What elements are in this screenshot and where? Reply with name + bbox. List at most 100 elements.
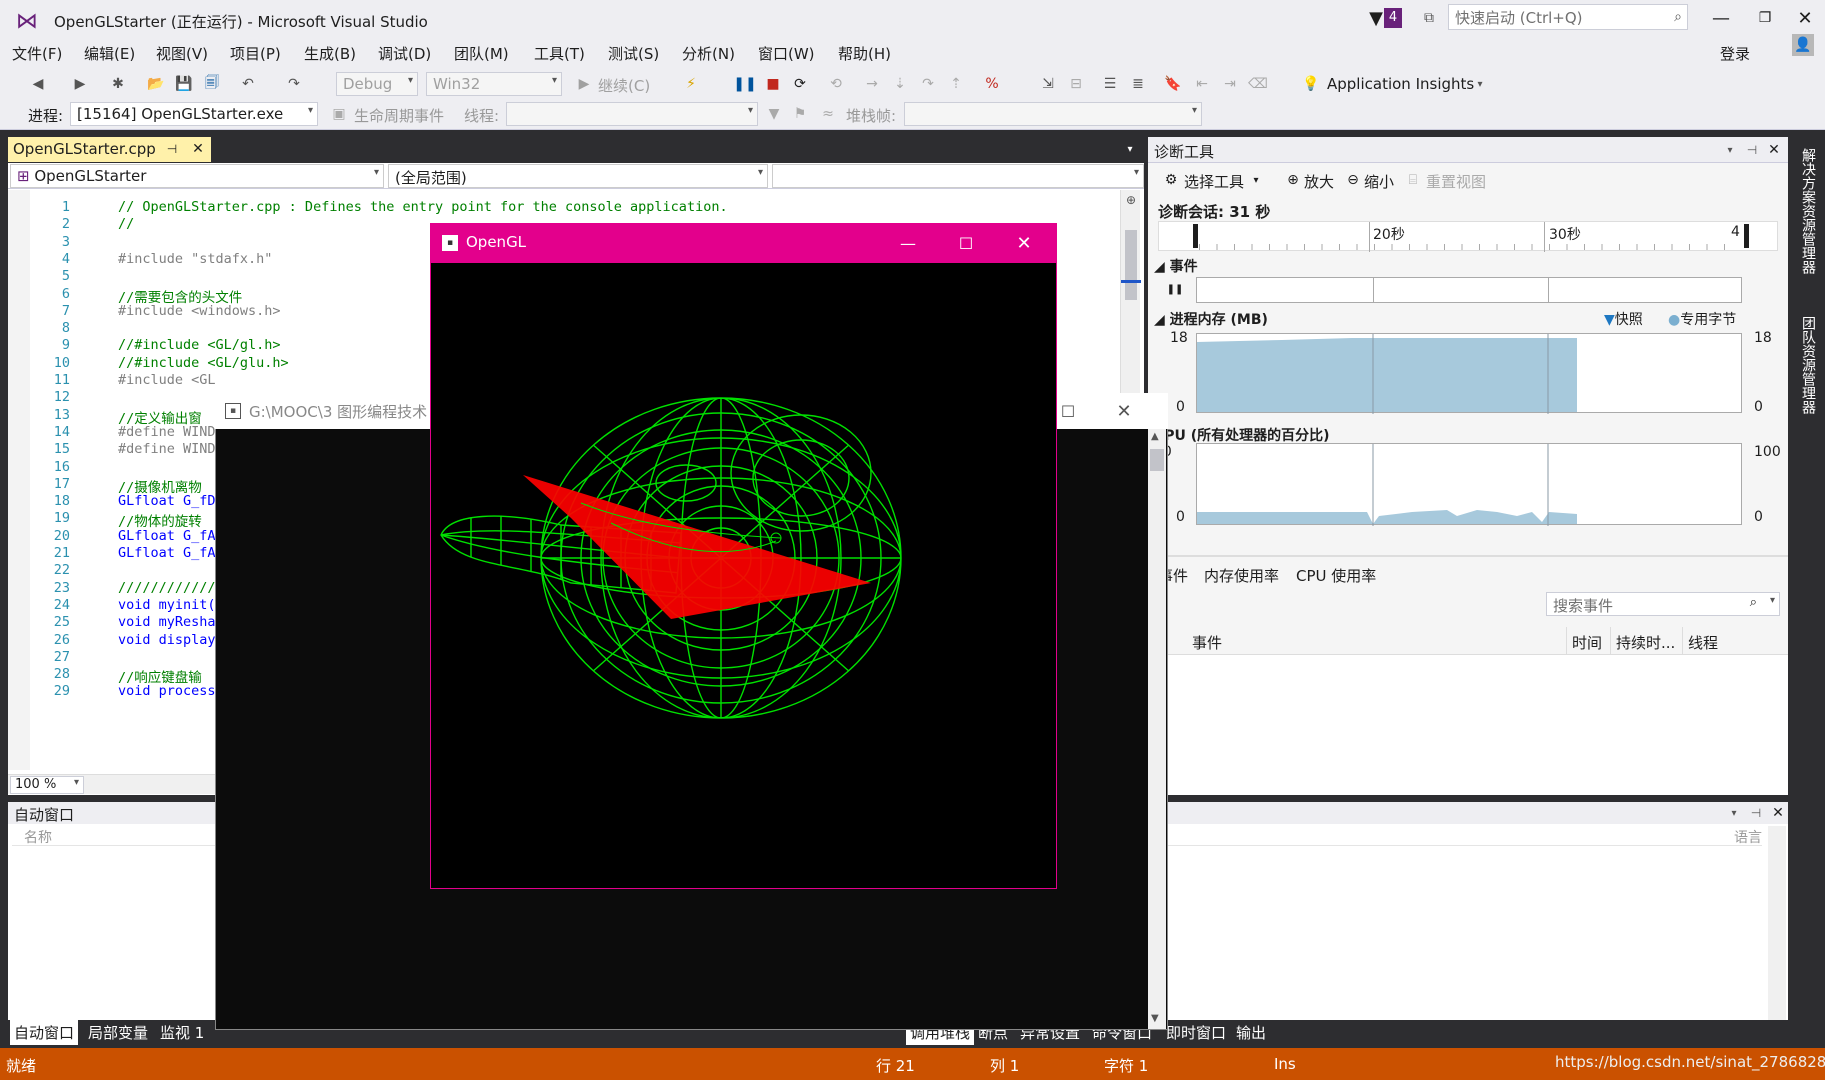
scope-nav-select[interactable]: (全局范围) ▾ — [388, 164, 768, 188]
menu-edit[interactable]: 编辑(E) — [84, 43, 135, 64]
code-line[interactable]: //////////// — [118, 580, 216, 596]
process-select[interactable]: [15164] OpenGLStarter.exe ▾ — [70, 102, 318, 126]
diag-tab-memory[interactable]: 内存使用率 — [1204, 565, 1279, 586]
tab-watch-1[interactable]: 监视 1 — [160, 1022, 204, 1043]
panel-close-icon[interactable]: ✕ — [1766, 141, 1782, 159]
autos-scrollbar[interactable] — [1768, 826, 1786, 1020]
solution-config-select[interactable]: Debug ▾ — [336, 72, 418, 96]
opengl-maximize-button[interactable]: ☐ — [952, 231, 980, 255]
stop-debugging-icon[interactable]: ■ — [764, 74, 782, 94]
panel-dropdown-icon[interactable]: ▾ — [1722, 141, 1738, 159]
code-line[interactable]: void myResha — [118, 614, 216, 630]
opengl-close-button[interactable]: ✕ — [1010, 231, 1038, 255]
status-column[interactable]: 列 1 — [990, 1055, 1019, 1076]
member-nav-select[interactable]: ▾ — [772, 164, 1144, 188]
quick-launch-input[interactable]: 快速启动 (Ctrl+Q) — [1448, 4, 1688, 30]
step-cursor-icon[interactable]: ⇲ — [1038, 74, 1058, 94]
cpu-section-header[interactable]: CPU (所有处理器的百分比) — [1154, 425, 1330, 445]
menu-file[interactable]: 文件(F) — [12, 43, 62, 64]
console-maximize-button[interactable]: ☐ — [1055, 399, 1081, 423]
bookmark-icon[interactable]: 🔖 — [1164, 74, 1182, 94]
code-line[interactable]: void myinit( — [118, 597, 216, 613]
close-button[interactable]: ✕ — [1790, 6, 1820, 30]
status-insert-mode[interactable]: Ins — [1274, 1055, 1296, 1073]
break-all-icon[interactable]: ❚❚ — [733, 74, 756, 94]
platform-select[interactable]: Win32 ▾ — [426, 72, 562, 96]
close-tab-icon[interactable]: ✕ — [190, 140, 206, 158]
zoom-out-button[interactable]: 缩小 — [1364, 171, 1394, 192]
code-line[interactable]: #include <windows.h> — [118, 303, 281, 319]
menu-view[interactable]: 视图(V) — [156, 43, 208, 64]
zoom-in-button[interactable]: 放大 — [1304, 171, 1334, 192]
navigate-forward-icon[interactable]: ▶ — [70, 74, 90, 94]
select-tool-dropdown-icon[interactable]: ▾ — [1250, 171, 1262, 189]
thread-select[interactable]: ▾ — [506, 102, 758, 126]
tab-locals[interactable]: 局部变量 — [88, 1022, 148, 1043]
autos-col-name[interactable]: 名称 — [24, 827, 52, 847]
step-over-icon[interactable]: ⇣ — [890, 74, 910, 94]
team-explorer-side-tab[interactable]: 团队资源管理器 — [1792, 290, 1818, 440]
solution-explorer-side-tab[interactable]: 解决方案资源管理器 — [1792, 136, 1818, 286]
prev-bookmark-icon[interactable]: ⇤ — [1192, 74, 1212, 94]
step-out-icon[interactable]: ↷ — [918, 74, 938, 94]
menu-tools[interactable]: 工具(T) — [534, 43, 585, 64]
timeline-end-handle[interactable] — [1744, 224, 1749, 248]
flag-threads-icon[interactable]: ⚑ — [790, 104, 810, 124]
continue-button[interactable]: 继续(C) — [598, 75, 650, 96]
memory-section-header[interactable]: ◢ 进程内存 (MB) — [1154, 309, 1268, 329]
step-into-icon[interactable]: → — [862, 74, 882, 94]
scroll-thumb[interactable] — [1125, 230, 1137, 300]
format-icon[interactable]: ⊟ — [1066, 74, 1086, 94]
tab-autos[interactable]: 自动窗口 — [10, 1020, 79, 1045]
column-event[interactable]: 事件 — [1192, 632, 1222, 653]
app-insights-dropdown-icon[interactable]: ▾ — [1474, 74, 1486, 94]
tab-overflow-icon[interactable]: ▾ — [1122, 140, 1138, 158]
column-time[interactable]: 时间 — [1572, 632, 1602, 653]
opengl-minimize-button[interactable]: — — [894, 231, 922, 255]
save-icon[interactable]: 💾 — [174, 74, 194, 94]
cpu-chart[interactable] — [1196, 443, 1742, 526]
menu-analyze[interactable]: 分析(N) — [682, 43, 735, 64]
notification-count-badge[interactable]: 4 — [1384, 8, 1402, 28]
console-scroll-thumb[interactable] — [1150, 449, 1164, 471]
split-editor-icon[interactable]: ⊕ — [1123, 192, 1139, 208]
show-next-statement-icon[interactable]: ⟲ — [826, 74, 846, 94]
lifecycle-events-button[interactable]: 生命周期事件 — [354, 105, 444, 126]
opengl-canvas[interactable] — [431, 263, 1056, 888]
column-thread[interactable]: 线程 — [1688, 632, 1718, 653]
comment-icon[interactable]: ≣ — [1128, 74, 1148, 94]
timeline-start-handle[interactable] — [1193, 224, 1198, 248]
filter-notifications-icon[interactable]: ▼ — [1366, 8, 1386, 29]
restart-icon[interactable]: ⟳ — [790, 74, 810, 94]
new-project-icon[interactable]: ✱ — [108, 74, 128, 94]
select-tool-button[interactable]: 选择工具 — [1184, 171, 1244, 192]
menu-help[interactable]: 帮助(H) — [838, 43, 891, 64]
autos-col-language[interactable]: 语言 — [1734, 827, 1762, 847]
tab-immediate-window[interactable]: 即时窗口 — [1166, 1022, 1226, 1043]
column-duration[interactable]: 持续时... — [1616, 632, 1675, 653]
code-line[interactable]: // OpenGLStarter.cpp : Defines the entry… — [118, 199, 728, 215]
save-all-icon[interactable]: 🗐 — [202, 74, 222, 94]
autos-dropdown-icon[interactable]: ▾ — [1726, 804, 1742, 822]
events-section-header[interactable]: ◢ 事件 — [1154, 256, 1198, 276]
menu-team[interactable]: 团队(M) — [454, 43, 509, 64]
restore-button[interactable]: ❐ — [1750, 6, 1780, 30]
pin-icon[interactable]: ⊣ — [164, 140, 180, 158]
code-line[interactable]: GLfloat G_fD — [118, 493, 216, 509]
memory-chart[interactable] — [1196, 333, 1742, 414]
timeline-ruler[interactable]: 20秒 30秒 4 — [1158, 221, 1778, 252]
redo-icon[interactable]: ↷ — [284, 74, 304, 94]
step-back-icon[interactable]: ⇡ — [946, 74, 966, 94]
panel-pin-icon[interactable]: ⊣ — [1744, 141, 1760, 159]
diag-splitter[interactable] — [1148, 555, 1788, 557]
tab-output[interactable]: 输出 — [1236, 1022, 1266, 1043]
code-line[interactable]: GLfloat G_fA — [118, 528, 216, 544]
code-line[interactable]: void display — [118, 632, 216, 648]
menu-build[interactable]: 生成(B) — [304, 43, 356, 64]
reset-view-button[interactable]: 重置视图 — [1426, 171, 1486, 192]
menu-window[interactable]: 窗口(W) — [758, 43, 815, 64]
toggle-breakpoints-icon[interactable]: % — [982, 74, 1002, 94]
console-close-button[interactable]: ✕ — [1111, 399, 1137, 423]
indent-icon[interactable]: ☰ — [1100, 74, 1120, 94]
project-nav-select[interactable]: ⊞ OpenGLStarter ▾ — [10, 164, 384, 188]
